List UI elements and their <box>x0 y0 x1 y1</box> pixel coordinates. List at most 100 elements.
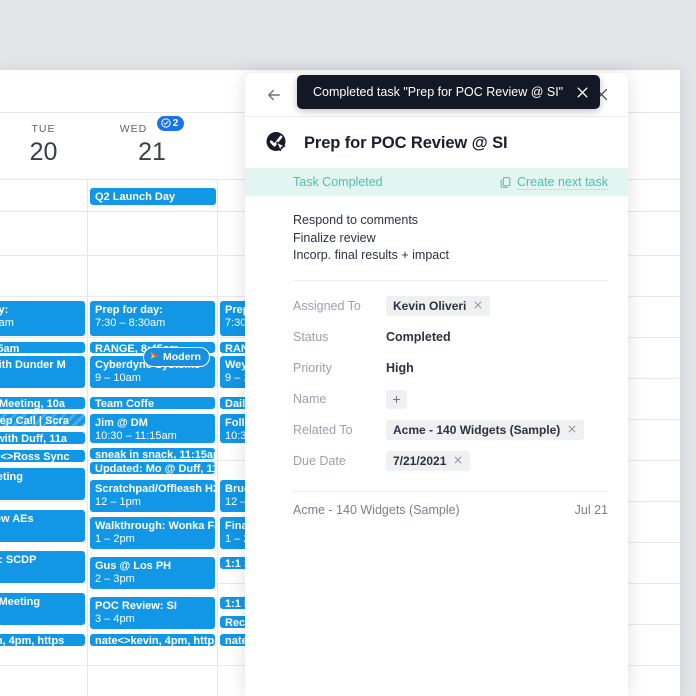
calendar-event[interactable]: E, 8:45am <box>0 341 86 354</box>
event-time: 7:30 – 8:30am <box>95 317 210 330</box>
event-title: chpad<>Ross Sync <box>0 451 70 463</box>
calendar-event[interactable]: for day:– 8:30am <box>0 300 86 337</box>
calendar-event[interactable]: Jim @ DM10:30 – 11:15am <box>89 413 216 444</box>
field-value: Kevin Oliveri <box>393 299 466 313</box>
description-line: Respond to comments <box>293 212 608 230</box>
check-circle-icon <box>161 118 171 128</box>
grid-column-divider <box>217 180 218 696</box>
event-time: 0am <box>0 372 80 385</box>
field-value[interactable]: High <box>386 361 414 375</box>
description-line: Finalize review <box>293 230 608 248</box>
event-title: th Meeting <box>0 471 23 483</box>
calendar-event[interactable]: e with: SCDPpm <box>0 550 86 584</box>
calendar-event[interactable]: w up with Duff, 11a <box>0 431 86 445</box>
field-row-related-to: Related ToAcme - 140 Widgets (Sample) <box>293 415 608 446</box>
event-title: Walkthrough: Wonka Fa <box>95 520 216 532</box>
calendar-event[interactable]: Updated: Mo @ Duff, 11 <box>89 461 216 475</box>
field-value: 7/21/2021 <box>393 454 446 468</box>
calendar-event[interactable]: ard new AEspm <box>0 509 86 543</box>
event-title: nate<>kevin, 4pm, https <box>95 635 216 647</box>
event-time: pm <box>0 609 80 622</box>
task-title: Prep for POC Review @ SI <box>304 134 508 153</box>
remove-chip-icon[interactable] <box>453 454 463 468</box>
panel-header: Completed task "Prep for POC Review @ SI… <box>245 73 628 117</box>
back-arrow-icon[interactable] <box>265 86 283 104</box>
calendar-event[interactable]: Piper Meetingpm <box>0 592 86 626</box>
task-status-label: Task Completed <box>293 175 383 189</box>
event-title: Team Coffe <box>95 398 154 410</box>
calendar-event[interactable]: nar Prep Call | Scra <box>0 413 86 427</box>
event-time: 12 – 1pm <box>95 496 210 509</box>
day-number-label: 21 <box>87 137 217 167</box>
calendar-event[interactable]: nate<>kevin, 4pm, https <box>89 633 216 647</box>
add-value-button[interactable]: + <box>386 390 407 409</box>
calendar-event[interactable]: POC Review: SI3 – 4pm <box>89 596 216 630</box>
event-time: – 8:30am <box>0 317 80 330</box>
create-next-task-button[interactable]: Create next task <box>499 175 608 190</box>
calendar-event[interactable]: Team Coffe <box>89 396 216 410</box>
event-title: Scratchpad/Offleash H2 <box>95 483 216 495</box>
event-title: w up with Duff, 11a <box>0 433 67 445</box>
section-divider <box>293 280 608 281</box>
description-line: Incorp. final results + impact <box>293 247 608 265</box>
event-time: 9 – 10am <box>95 372 210 385</box>
event-time: 2 – 3pm <box>95 573 210 586</box>
field-label: Name <box>293 392 386 406</box>
day-header-tue[interactable]: TUE 20 <box>0 113 87 180</box>
task-description: Respond to commentsFinalize reviewIncorp… <box>293 212 608 265</box>
toast-notification: Completed task "Prep for POC Review @ SI… <box>297 75 600 109</box>
task-detail-panel: Completed task "Prep for POC Review @ SI… <box>245 73 628 696</box>
calendar-event[interactable]: Gus @ Los PH2 – 3pm <box>89 556 216 590</box>
task-completed-icon <box>265 131 290 155</box>
remove-chip-icon[interactable] <box>473 299 483 313</box>
grid-column-divider <box>87 180 88 696</box>
event-title: E, 8:45am <box>0 343 19 354</box>
event-title: Team Meeting, 10a <box>0 398 65 410</box>
field-label: Related To <box>293 423 386 437</box>
field-row-priority: PriorityHigh <box>293 353 608 384</box>
event-title: Jim @ DM <box>95 417 148 429</box>
event-title: e with: SCDP <box>0 554 36 566</box>
day-task-count-badge[interactable]: 2 <box>157 116 185 131</box>
calendar-event[interactable]: >kevin, 4pm, https <box>0 633 86 647</box>
day-of-week-label: WED <box>120 123 148 135</box>
calendar-event[interactable]: Scratchpad/Offleash H212 – 1pm <box>89 479 216 513</box>
field-value[interactable]: Completed <box>386 330 451 344</box>
event-title: Prep for day: <box>95 304 163 316</box>
event-time: pm <box>0 567 80 580</box>
field-row-status: StatusCompleted <box>293 322 608 353</box>
field-row-due-date: Due Date 7/21/2021 <box>293 446 608 477</box>
remove-chip-icon[interactable] <box>567 423 577 437</box>
task-fields: Assigned ToKevin OliveriStatusCompletedP… <box>293 291 608 477</box>
event-time: pm <box>0 526 80 539</box>
field-value-chip[interactable]: Acme - 140 Widgets (Sample) <box>386 420 584 440</box>
calendar-event[interactable]: th Meeting1pm <box>0 467 86 501</box>
day-header-wed[interactable]: WED 2 21 <box>87 113 217 180</box>
related-record-date: Jul 21 <box>575 503 608 517</box>
event-title: Gus @ Los PH <box>95 560 171 572</box>
field-label: Due Date <box>293 454 386 468</box>
event-time: 1pm <box>0 484 80 497</box>
calendar-event[interactable]: Team Meeting, 10a <box>0 396 86 410</box>
modern-badge[interactable]: Modern <box>143 347 210 367</box>
event-time: 10:30 – 11:15am <box>95 430 210 443</box>
calendar-event[interactable]: k in with Dunder M0am <box>0 355 86 389</box>
all-day-event[interactable]: Q2 Launch Day <box>89 187 217 206</box>
calendar-event[interactable]: Walkthrough: Wonka Fa1 – 2pm <box>89 516 216 550</box>
field-label: Status <box>293 330 386 344</box>
copy-icon <box>499 176 512 189</box>
modern-logo-icon <box>149 350 160 364</box>
day-task-count: 2 <box>173 118 179 129</box>
toast-message: Completed task "Prep for POC Review @ SI… <box>313 85 563 99</box>
create-next-task-label: Create next task <box>517 175 608 190</box>
calendar-event[interactable]: Prep for day:7:30 – 8:30am <box>89 300 216 337</box>
field-row-name: Name+ <box>293 384 608 415</box>
field-value-chip[interactable]: Kevin Oliveri <box>386 296 490 316</box>
toast-close-icon[interactable] <box>575 85 590 100</box>
calendar-event[interactable]: chpad<>Ross Sync <box>0 449 86 463</box>
event-title: POC Review: SI <box>95 600 177 612</box>
field-label: Assigned To <box>293 299 386 313</box>
related-record-row[interactable]: Acme - 140 Widgets (Sample) Jul 21 <box>245 492 628 517</box>
field-value-chip[interactable]: 7/21/2021 <box>386 451 470 471</box>
calendar-event[interactable]: sneak in snack, 11:15am <box>89 447 216 460</box>
